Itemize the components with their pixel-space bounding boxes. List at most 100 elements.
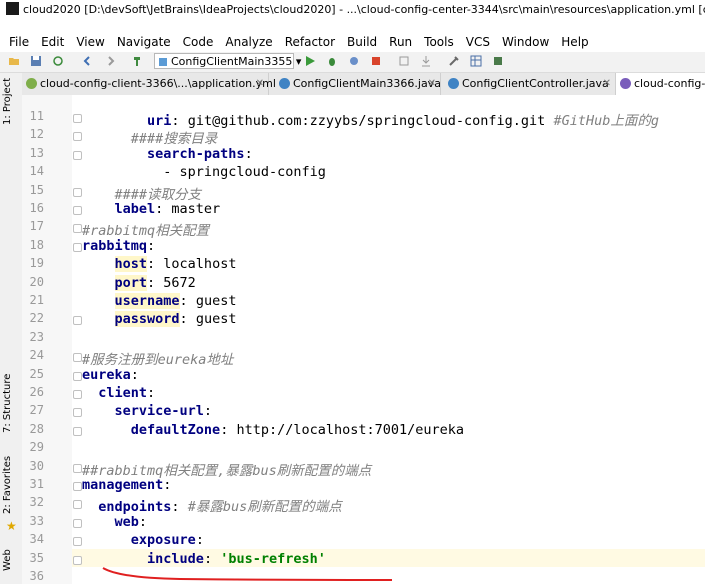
- tab-application-yml-3366[interactable]: cloud-config-client-3366\...\application…: [22, 73, 276, 95]
- attach-icon[interactable]: [398, 55, 410, 67]
- menu-window[interactable]: Window: [502, 35, 549, 49]
- tab-configclientmain3366[interactable]: ConfigClientMain3366.java ✕: [275, 73, 441, 95]
- menu-file[interactable]: File: [9, 35, 29, 49]
- close-tab-icon[interactable]: ✕: [603, 73, 611, 95]
- yaml-value: 5672: [163, 275, 196, 291]
- close-tab-icon[interactable]: ✕: [256, 73, 264, 95]
- code-line: username: guest: [82, 293, 236, 309]
- yaml-key: search-paths: [147, 146, 245, 162]
- line-number: 36: [29, 569, 44, 583]
- yaml-value: - springcloud-config: [163, 164, 326, 180]
- line-number: 20: [29, 275, 44, 289]
- yaml-separator: :: [147, 275, 164, 291]
- settings-wrench-icon[interactable]: [448, 55, 460, 67]
- fold-marker[interactable]: [73, 390, 82, 399]
- fold-marker[interactable]: [73, 427, 82, 436]
- structure-tool-button[interactable]: 7: Structure: [2, 374, 13, 433]
- tab-label: ConfigClientController.java: [462, 77, 609, 90]
- code-line: #服务注册到eureka地址: [82, 348, 233, 368]
- fold-marker[interactable]: [73, 537, 82, 546]
- fold-marker[interactable]: [73, 519, 82, 528]
- line-number: 21: [29, 293, 44, 307]
- fold-marker[interactable]: [73, 224, 82, 233]
- fold-marker[interactable]: [73, 372, 82, 381]
- fold-marker[interactable]: [73, 408, 82, 417]
- editor-tab-bar: cloud-config-client-3366\...\application…: [22, 73, 705, 96]
- yaml-separator: :: [155, 201, 172, 217]
- fold-marker[interactable]: [73, 316, 82, 325]
- download-icon[interactable]: [420, 55, 432, 67]
- tab-configclientcontroller[interactable]: ConfigClientController.java ✕: [444, 73, 616, 95]
- menu-edit[interactable]: Edit: [41, 35, 64, 49]
- java-class-icon: [279, 78, 290, 89]
- fold-marker[interactable]: [73, 500, 82, 509]
- project-tool-button[interactable]: 1: Project: [2, 78, 13, 125]
- synchronize-icon[interactable]: [52, 55, 64, 67]
- back-arrow-icon[interactable]: [82, 55, 94, 67]
- run-configuration-select[interactable]: ConfigClientMain3355 ▾: [154, 53, 301, 69]
- yaml-comment: ####搜索目录: [130, 131, 218, 147]
- coverage-icon[interactable]: [348, 55, 360, 67]
- yaml-separator: :: [244, 146, 253, 162]
- code-line: ####搜索目录: [82, 127, 218, 147]
- menu-analyze[interactable]: Analyze: [225, 35, 272, 49]
- fold-marker[interactable]: [73, 464, 82, 473]
- open-folder-icon[interactable]: [8, 55, 20, 67]
- forward-arrow-icon[interactable]: [104, 55, 116, 67]
- fold-marker[interactable]: [73, 132, 82, 141]
- menu-navigate[interactable]: Navigate: [117, 35, 171, 49]
- fold-marker[interactable]: [73, 151, 82, 160]
- yaml-key: label: [114, 201, 156, 217]
- yaml-key: host: [114, 256, 148, 272]
- code-line: exposure:: [82, 532, 204, 548]
- fold-marker[interactable]: [73, 114, 82, 123]
- code-line: #rabbitmq相关配置: [82, 219, 209, 239]
- code-line: ####读取分支: [82, 183, 202, 203]
- yaml-key: service-url: [114, 403, 204, 419]
- line-number: 15: [29, 183, 44, 197]
- fold-marker[interactable]: [73, 482, 82, 491]
- menu-refactor[interactable]: Refactor: [285, 35, 335, 49]
- fold-marker[interactable]: [73, 188, 82, 197]
- debug-icon[interactable]: [326, 55, 338, 67]
- menu-build[interactable]: Build: [347, 35, 377, 49]
- fold-marker[interactable]: [73, 206, 82, 215]
- line-number: 25: [29, 367, 44, 381]
- intellij-app-icon: [6, 2, 19, 15]
- run-icon[interactable]: [304, 55, 316, 67]
- menu-run[interactable]: Run: [389, 35, 412, 49]
- stop-icon[interactable]: [370, 55, 382, 67]
- vcs-icon[interactable]: [492, 55, 504, 67]
- code-line: search-paths:: [82, 146, 253, 162]
- yaml-key: username: [114, 293, 180, 309]
- menu-help[interactable]: Help: [561, 35, 588, 49]
- tab-cloud-config-center-pom[interactable]: cloud-config-ce: [616, 73, 705, 95]
- menu-view[interactable]: View: [76, 35, 104, 49]
- fold-marker[interactable]: [73, 556, 82, 565]
- code-line: web:: [82, 514, 148, 530]
- project-structure-icon[interactable]: [470, 55, 482, 67]
- main-toolbar: ConfigClientMain3355 ▾: [0, 52, 705, 73]
- build-hammer-icon[interactable]: [132, 55, 144, 67]
- close-tab-icon[interactable]: ✕: [428, 73, 436, 95]
- yaml-key: exposure: [130, 532, 196, 548]
- yaml-comment: #服务注册到eureka地址: [82, 352, 234, 368]
- menu-code[interactable]: Code: [183, 35, 214, 49]
- menu-tools[interactable]: Tools: [424, 35, 454, 49]
- save-all-icon[interactable]: [30, 55, 42, 67]
- maven-file-icon: [620, 78, 631, 89]
- line-number: 27: [29, 403, 44, 417]
- yaml-value: localhost: [163, 256, 237, 272]
- web-tool-button[interactable]: Web: [2, 549, 13, 571]
- favorites-tool-button[interactable]: 2: Favorites: [2, 456, 13, 514]
- fold-marker[interactable]: [73, 353, 82, 362]
- menu-vcs[interactable]: VCS: [466, 35, 490, 49]
- fold-marker[interactable]: [73, 243, 82, 252]
- code-line: port: 5672: [82, 275, 196, 291]
- yaml-key: rabbitmq: [82, 238, 148, 254]
